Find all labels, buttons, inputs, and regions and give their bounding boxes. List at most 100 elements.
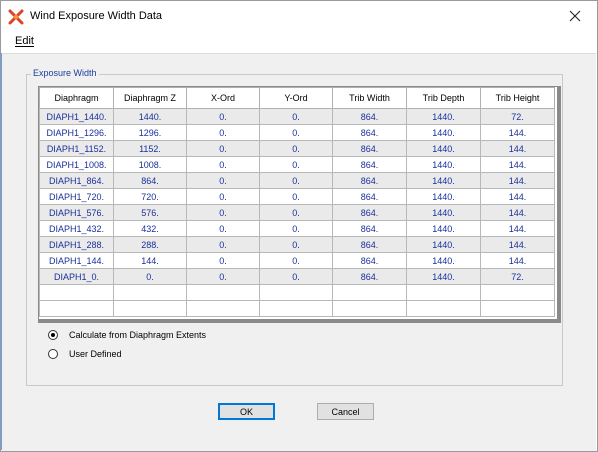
table-cell[interactable]: 1440. (113, 108, 187, 125)
table-cell[interactable]: 0. (259, 252, 333, 269)
table-cell[interactable]: 1440. (406, 268, 481, 285)
table-cell[interactable]: 1440. (406, 156, 481, 173)
table-cell[interactable]: 1440. (406, 124, 481, 141)
table-cell[interactable]: 864. (332, 236, 407, 253)
table-cell[interactable]: 864. (332, 204, 407, 221)
table-row[interactable]: DIAPH1_288. 288. 0. 0. 864. 1440. 144. (39, 236, 555, 253)
table-row[interactable]: DIAPH1_1296. 1296. 0. 0. 864. 1440. 144. (39, 124, 555, 141)
column-header[interactable]: Diaphragm Z (113, 87, 187, 109)
column-header[interactable]: Trib Depth (406, 87, 481, 109)
table-cell[interactable]: 144. (480, 124, 555, 141)
table-cell[interactable]: 0. (186, 236, 260, 253)
table-cell[interactable]: 0. (186, 156, 260, 173)
table-cell[interactable]: 864. (332, 140, 407, 157)
table-cell[interactable]: 0. (186, 220, 260, 237)
table-cell[interactable]: 864. (332, 252, 407, 269)
exposure-grid[interactable]: Diaphragm Diaphragm Z X-Ord Y-Ord Trib Width… (38, 86, 561, 323)
table-row[interactable]: DIAPH1_1008. 1008. 0. 0. 864. 1440. 144. (39, 156, 555, 173)
table-cell[interactable]: 0. (259, 188, 333, 205)
table-cell[interactable]: 0. (186, 204, 260, 221)
table-cell[interactable]: 0. (259, 220, 333, 237)
title-bar[interactable]: Wind Exposure Width Data (1, 1, 597, 31)
table-cell[interactable]: DIAPH1_144. (39, 252, 114, 269)
table-cell[interactable]: 144. (480, 140, 555, 157)
table-cell[interactable]: 1440. (406, 220, 481, 237)
empty-row[interactable] (39, 284, 555, 301)
table-cell[interactable]: DIAPH1_1008. (39, 156, 114, 173)
table-row[interactable]: DIAPH1_720. 720. 0. 0. 864. 1440. 144. (39, 188, 555, 205)
table-cell[interactable]: 288. (113, 236, 187, 253)
table-cell[interactable]: 144. (113, 252, 187, 269)
table-cell[interactable]: DIAPH1_288. (39, 236, 114, 253)
table-cell[interactable]: 0. (259, 156, 333, 173)
table-cell[interactable]: DIAPH1_1296. (39, 124, 114, 141)
table-cell[interactable]: 864. (332, 108, 407, 125)
table-cell[interactable]: 864. (332, 156, 407, 173)
table-cell[interactable]: 1440. (406, 204, 481, 221)
table-cell[interactable]: 864. (113, 172, 187, 189)
table-cell[interactable]: 720. (113, 188, 187, 205)
table-cell[interactable] (259, 284, 333, 301)
table-cell[interactable] (259, 300, 333, 317)
table-row[interactable]: DIAPH1_144. 144. 0. 0. 864. 1440. 144. (39, 252, 555, 269)
table-cell[interactable]: 144. (480, 252, 555, 269)
user-defined-option[interactable]: User Defined (48, 349, 122, 359)
table-row[interactable]: DIAPH1_432. 432. 0. 0. 864. 1440. 144. (39, 220, 555, 237)
table-cell[interactable]: 0. (259, 140, 333, 157)
table-cell[interactable] (113, 284, 187, 301)
table-cell[interactable]: DIAPH1_1440. (39, 108, 114, 125)
cancel-button[interactable]: Cancel (317, 403, 374, 420)
menu-edit[interactable]: Edit (15, 35, 34, 47)
table-row[interactable]: DIAPH1_864. 864. 0. 0. 864. 1440. 144. (39, 172, 555, 189)
table-cell[interactable]: 144. (480, 204, 555, 221)
table-cell[interactable]: 144. (480, 172, 555, 189)
table-row[interactable]: DIAPH1_1440. 1440. 0. 0. 864. 1440. 72. (39, 108, 555, 125)
table-cell[interactable]: 0. (186, 268, 260, 285)
table-cell[interactable]: 72. (480, 108, 555, 125)
table-cell[interactable] (113, 300, 187, 317)
column-header[interactable]: Trib Width (332, 87, 407, 109)
table-cell[interactable]: 1440. (406, 172, 481, 189)
table-cell[interactable]: 0. (259, 204, 333, 221)
table-cell[interactable]: DIAPH1_432. (39, 220, 114, 237)
column-header[interactable]: Y-Ord (259, 87, 333, 109)
table-cell[interactable]: DIAPH1_864. (39, 172, 114, 189)
table-cell[interactable]: 0. (186, 188, 260, 205)
table-cell[interactable]: 576. (113, 204, 187, 221)
close-button[interactable] (553, 1, 597, 31)
table-cell[interactable]: 144. (480, 188, 555, 205)
table-cell[interactable]: 1008. (113, 156, 187, 173)
column-header[interactable]: X-Ord (186, 87, 260, 109)
table-cell[interactable]: 1440. (406, 236, 481, 253)
table-cell[interactable]: 0. (186, 172, 260, 189)
empty-row[interactable] (39, 300, 555, 317)
table-cell[interactable] (39, 284, 114, 301)
table-cell[interactable]: 1440. (406, 252, 481, 269)
calc-radio[interactable] (48, 330, 58, 340)
table-cell[interactable]: DIAPH1_576. (39, 204, 114, 221)
table-row[interactable]: DIAPH1_576. 576. 0. 0. 864. 1440. 144. (39, 204, 555, 221)
table-cell[interactable] (480, 300, 555, 317)
table-cell[interactable]: DIAPH1_1152. (39, 140, 114, 157)
table-cell[interactable]: 0. (259, 268, 333, 285)
table-cell[interactable]: 0. (259, 124, 333, 141)
user-defined-radio[interactable] (48, 349, 58, 359)
table-cell[interactable]: 864. (332, 172, 407, 189)
table-cell[interactable]: 864. (332, 220, 407, 237)
table-cell[interactable]: 1440. (406, 140, 481, 157)
column-header[interactable]: Diaphragm (39, 87, 114, 109)
table-cell[interactable] (406, 284, 481, 301)
table-row[interactable]: DIAPH1_1152. 1152. 0. 0. 864. 1440. 144. (39, 140, 555, 157)
table-cell[interactable]: 1296. (113, 124, 187, 141)
table-cell[interactable]: 144. (480, 236, 555, 253)
table-cell[interactable]: 0. (259, 108, 333, 125)
table-cell[interactable]: 1152. (113, 140, 187, 157)
table-cell[interactable]: 144. (480, 156, 555, 173)
table-cell[interactable] (186, 284, 260, 301)
table-cell[interactable]: 1440. (406, 108, 481, 125)
table-cell[interactable]: 864. (332, 124, 407, 141)
table-cell[interactable] (332, 300, 407, 317)
table-cell[interactable]: 0. (186, 140, 260, 157)
table-cell[interactable]: DIAPH1_0. (39, 268, 114, 285)
table-cell[interactable]: 72. (480, 268, 555, 285)
